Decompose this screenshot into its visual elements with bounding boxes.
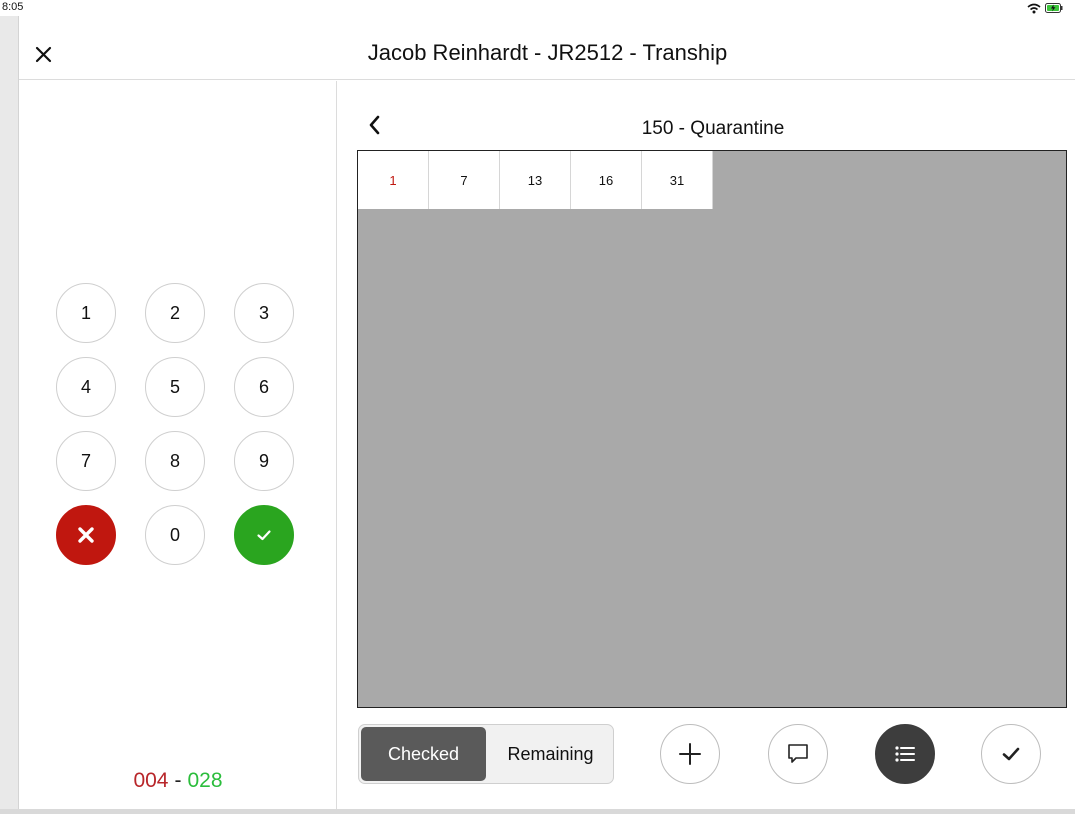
plus-icon [679, 743, 701, 765]
key-0[interactable]: 0 [145, 505, 205, 565]
count-separator: - [174, 769, 182, 792]
list-button[interactable] [875, 724, 935, 784]
frame-shadow [0, 809, 1075, 814]
comment-button[interactable] [768, 724, 828, 784]
key-1[interactable]: 1 [56, 283, 116, 343]
section-title: 150 - Quarantine [641, 118, 785, 139]
wifi-icon [1027, 3, 1041, 13]
key-8[interactable]: 8 [145, 431, 205, 491]
total-count: 028 [187, 769, 223, 792]
item-grid: 1 7 13 16 31 [357, 150, 1067, 708]
status-icons [1027, 1, 1063, 15]
key-7[interactable]: 7 [56, 431, 116, 491]
comment-icon [788, 744, 808, 763]
battery-charging-icon [1045, 3, 1063, 13]
checked-count: 004 [133, 769, 169, 792]
view-toggle: Checked Remaining [358, 724, 614, 784]
confirm-button[interactable] [234, 505, 294, 565]
status-time: 8:05 [2, 1, 24, 13]
status-bar: 8:05 [0, 0, 1075, 16]
content-panel: 150 - Quarantine 1 7 13 16 31 Checked Remain… [338, 81, 1075, 809]
key-6[interactable]: 6 [234, 357, 294, 417]
item-cells: 1 7 13 16 31 [358, 151, 713, 209]
key-3[interactable]: 3 [234, 283, 294, 343]
header: Jacob Reinhardt - JR2512 - Tranship [19, 16, 1075, 80]
item-cell[interactable]: 1 [358, 151, 429, 209]
clear-button[interactable] [56, 505, 116, 565]
page-title: Jacob Reinhardt - JR2512 - Tranship [367, 40, 728, 65]
app-window: Jacob Reinhardt - JR2512 - Tranship 1 2 … [18, 16, 1075, 809]
count-summary: 004-028 [19, 769, 337, 793]
remaining-tab[interactable]: Remaining [488, 725, 613, 783]
key-5[interactable]: 5 [145, 357, 205, 417]
list-icon [895, 746, 915, 762]
add-button[interactable] [660, 724, 720, 784]
item-cell[interactable]: 31 [642, 151, 713, 209]
item-cell[interactable]: 13 [500, 151, 571, 209]
item-cell[interactable]: 16 [571, 151, 642, 209]
checked-tab[interactable]: Checked [361, 727, 486, 781]
key-2[interactable]: 2 [145, 283, 205, 343]
check-icon [1002, 747, 1020, 761]
item-cell[interactable]: 7 [429, 151, 500, 209]
key-4[interactable]: 4 [56, 357, 116, 417]
check-icon [257, 530, 271, 541]
key-9[interactable]: 9 [234, 431, 294, 491]
close-icon [78, 527, 94, 543]
keypad-panel: 1 2 3 4 5 6 7 8 9 0 004-028 [19, 81, 337, 809]
done-button[interactable] [981, 724, 1041, 784]
